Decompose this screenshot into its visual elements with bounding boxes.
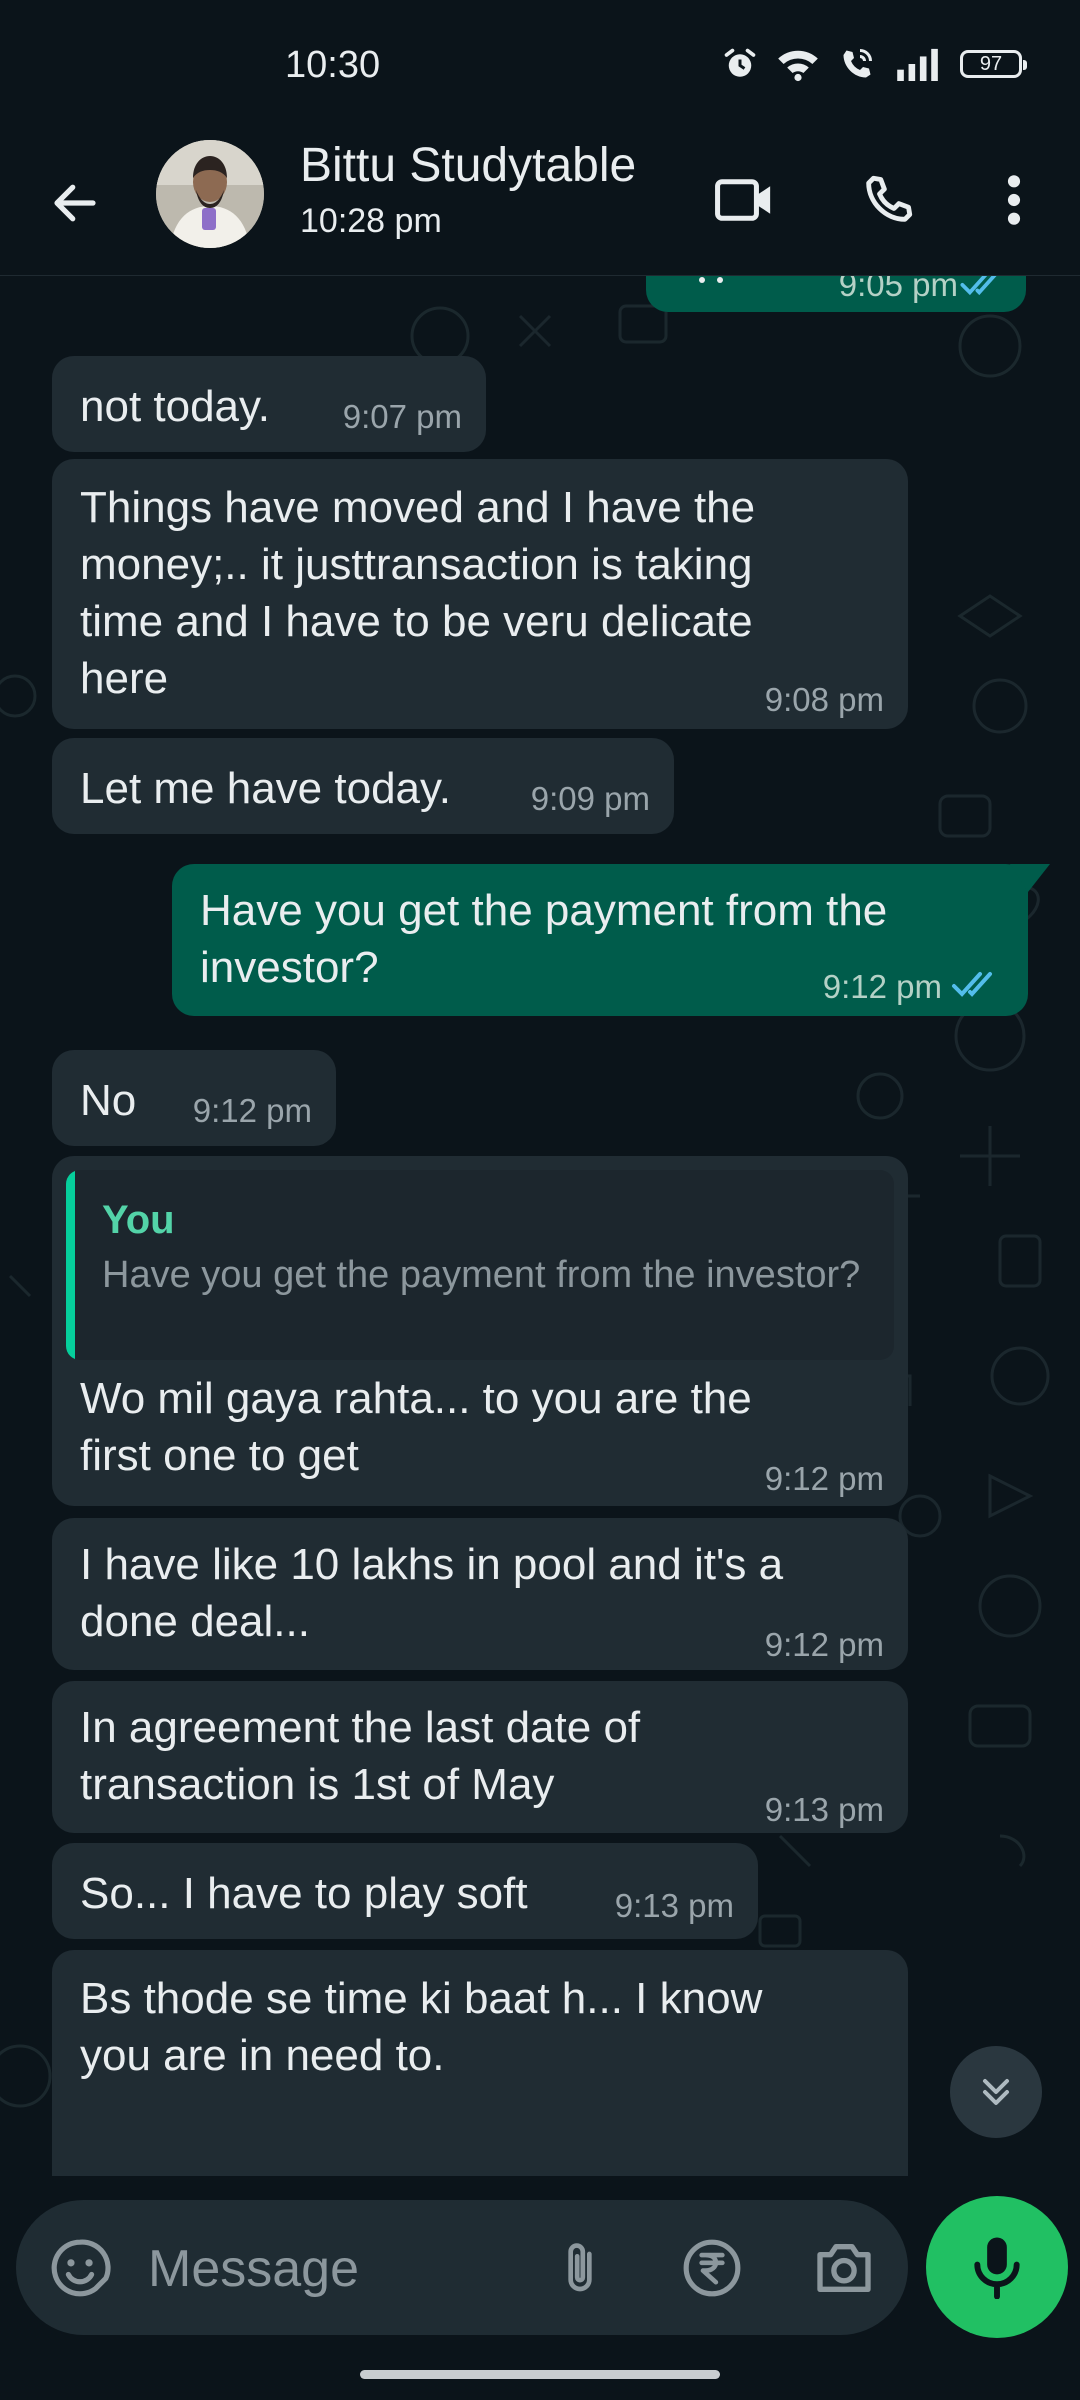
- more-options-button[interactable]: [974, 160, 1054, 240]
- payment-button[interactable]: [674, 2230, 750, 2306]
- home-gesture-bar[interactable]: [360, 2370, 720, 2379]
- message-bubble-outgoing[interactable]: 9:05 pm: [646, 276, 1026, 312]
- arrow-left-icon: [54, 184, 96, 222]
- contact-avatar[interactable]: [156, 140, 264, 248]
- phone-icon: [866, 175, 913, 222]
- back-button[interactable]: [40, 168, 110, 238]
- quoted-message[interactable]: You Have you get the payment from the in…: [66, 1170, 894, 1360]
- status-icons: 97: [722, 46, 1027, 82]
- message-text: I have like 10 lakhs in pool and it's a …: [80, 1540, 784, 1646]
- message-time: 9:07 pm: [342, 398, 462, 435]
- camera-button[interactable]: [806, 2230, 882, 2306]
- message-bubble-incoming[interactable]: Let me have today. 9:09 pm: [52, 738, 674, 834]
- message-text: So... I have to play soft: [80, 1869, 528, 1918]
- signal-icon: [897, 48, 938, 81]
- message-bubble-incoming[interactable]: Bs thode se time ki baat h... I know you…: [52, 1950, 908, 2176]
- message-time: 9:12 pm: [822, 968, 942, 1005]
- message-time: 9:12 pm: [192, 1092, 312, 1129]
- quote-accent-bar: [66, 1170, 75, 1360]
- message-bubble-incoming[interactable]: I have like 10 lakhs in pool and it's a …: [52, 1518, 908, 1670]
- message-composer: [16, 2200, 908, 2335]
- last-seen: 10:28 pm: [300, 202, 442, 240]
- alarm-icon: [724, 48, 756, 77]
- message-time: 9:05 pm: [838, 276, 958, 303]
- message-time: 9:13 pm: [764, 1791, 884, 1828]
- quote-text: Have you get the payment from the invest…: [102, 1254, 861, 1296]
- message-bubble-outgoing[interactable]: Have you get the payment from the invest…: [172, 864, 1028, 1016]
- message-text: Let me have today.: [80, 764, 451, 813]
- message-time: 9:12 pm: [764, 1460, 884, 1497]
- video-camera-icon: [715, 179, 771, 221]
- wifi-icon: [778, 50, 818, 82]
- video-call-button[interactable]: [705, 160, 785, 240]
- message-bubble-incoming[interactable]: not today. 9:07 pm: [52, 356, 486, 452]
- message-time: 9:12 pm: [764, 1626, 884, 1663]
- truncated-dots-icon: [699, 277, 723, 283]
- message-bubble-incoming-reply[interactable]: You Have you get the payment from the in…: [52, 1156, 908, 1506]
- double-check-read-icon: [960, 276, 997, 296]
- chat-header: Bittu Studytable 10:28 pm: [0, 130, 1080, 276]
- camera-icon: [817, 2244, 871, 2292]
- chat-area[interactable]: 9:05 pm not today. 9:07 pm Things have m…: [0, 276, 1080, 2176]
- double-check-read-icon: [952, 972, 992, 997]
- bubble-tail-outgoing: [1010, 864, 1050, 892]
- message-time: 9:08 pm: [764, 681, 884, 718]
- message-text: In agreement the last date of transactio…: [80, 1703, 641, 1809]
- message-time: 9:13 pm: [614, 1887, 734, 1924]
- message-text: No: [80, 1076, 137, 1125]
- sticker-emoji-icon: [51, 2239, 111, 2297]
- battery-icon: 97: [960, 50, 1027, 78]
- sticker-button[interactable]: [42, 2230, 118, 2306]
- message-input[interactable]: [146, 2228, 530, 2310]
- microphone-icon: [974, 2237, 1020, 2299]
- avatar-photo: [156, 140, 264, 248]
- message-text: Things have moved and I have the money;.…: [80, 483, 756, 703]
- message-text: not today.: [80, 382, 270, 431]
- message-text: Have you get the payment from the invest…: [200, 886, 888, 992]
- voice-call-button[interactable]: [848, 160, 928, 240]
- scroll-to-bottom-button[interactable]: [950, 2046, 1042, 2138]
- message-bubble-incoming[interactable]: So... I have to play soft 9:13 pm: [52, 1843, 758, 1939]
- message-text: Wo mil gaya rahta... to you are the firs…: [80, 1374, 752, 1480]
- wifi-calling-icon: [843, 49, 872, 78]
- voice-message-button[interactable]: [926, 2196, 1068, 2338]
- message-text: Bs thode se time ki baat h... I know you…: [80, 1974, 763, 2080]
- message-bubble-incoming[interactable]: In agreement the last date of transactio…: [52, 1681, 908, 1833]
- status-time: 10:30: [285, 44, 381, 86]
- message-bubble-incoming[interactable]: Things have moved and I have the money;.…: [52, 459, 908, 729]
- contact-name[interactable]: Bittu Studytable: [300, 138, 636, 193]
- attach-button[interactable]: [542, 2230, 618, 2306]
- quote-author: You: [102, 1198, 175, 1242]
- paperclip-icon: [568, 2243, 592, 2292]
- more-vertical-icon: [1007, 175, 1021, 225]
- message-bubble-incoming[interactable]: No 9:12 pm: [52, 1050, 336, 1146]
- rupee-icon: [683, 2239, 741, 2297]
- double-chevron-down-icon: [982, 2078, 1010, 2106]
- message-time: 9:09 pm: [530, 780, 650, 817]
- status-bar: 10:30 97: [0, 0, 1080, 130]
